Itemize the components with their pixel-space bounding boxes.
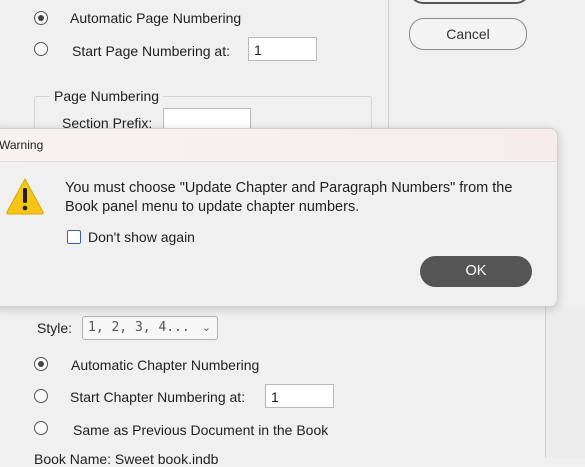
start-page-number-input[interactable]: 1 [248, 37, 317, 61]
start-page-numbering-label: Start Page Numbering at: [72, 43, 230, 59]
auto-chapter-numbering-label: Automatic Chapter Numbering [71, 357, 260, 373]
book-name-label: Book Name: Sweet book.indb [34, 451, 219, 467]
warning-titlebar: Warning [0, 129, 557, 162]
page-numbering-group-title: Page Numbering [50, 88, 164, 104]
start-chapter-number-input[interactable]: 1 [265, 384, 334, 408]
auto-page-numbering-radio[interactable] [34, 11, 48, 25]
warning-triangle-icon [6, 177, 44, 215]
same-as-previous-radio[interactable] [34, 421, 48, 435]
style-select[interactable]: 1, 2, 3, 4... ⌄ [82, 316, 218, 340]
dont-show-again-label[interactable]: Don't show again [88, 229, 195, 245]
warning-dialog: Warning You must choose "Update Chapter … [0, 128, 558, 307]
start-chapter-numbering-label: Start Chapter Numbering at: [70, 389, 246, 405]
style-label: Style: [37, 320, 73, 336]
cancel-button[interactable]: Cancel [409, 18, 527, 50]
divider [388, 0, 389, 135]
warning-title: Warning [0, 138, 44, 152]
warning-message: You must choose "Update Chapter and Para… [65, 180, 513, 215]
ok-button[interactable]: OK [420, 256, 532, 287]
auto-page-numbering-label: Automatic Page Numbering [70, 10, 242, 26]
ok-button-background[interactable] [409, 0, 530, 4]
start-page-numbering-radio[interactable] [34, 42, 48, 56]
auto-chapter-numbering-radio[interactable] [34, 357, 48, 371]
style-select-value: 1, 2, 3, 4... [88, 320, 190, 335]
chevron-down-icon: ⌄ [201, 321, 211, 334]
right-panel [546, 305, 585, 458]
start-chapter-numbering-radio[interactable] [34, 389, 48, 403]
same-as-previous-label: Same as Previous Document in the Book [73, 422, 329, 438]
dont-show-again-checkbox[interactable] [67, 230, 81, 244]
